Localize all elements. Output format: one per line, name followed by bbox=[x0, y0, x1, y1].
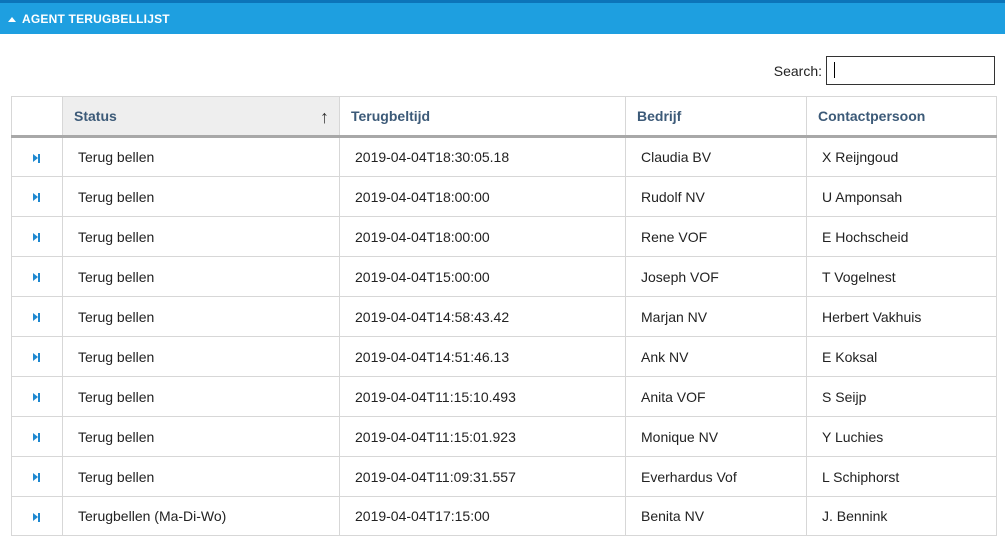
cell-contactpersoon: S Seijp bbox=[806, 376, 997, 417]
play-next-icon[interactable] bbox=[33, 153, 41, 163]
play-next-icon[interactable] bbox=[33, 313, 41, 323]
cell-contactpersoon: E Hochscheid bbox=[806, 216, 997, 257]
row-action-cell[interactable] bbox=[11, 256, 63, 297]
row-action-cell[interactable] bbox=[11, 296, 63, 337]
collapse-triangle-icon[interactable] bbox=[8, 16, 16, 22]
cell-terugbeltijd: 2019-04-04T11:15:10.493 bbox=[339, 376, 626, 417]
cell-bedrijf: Claudia BV bbox=[625, 136, 807, 177]
cell-contactpersoon: T Vogelnest bbox=[806, 256, 997, 297]
cell-bedrijf: Anita VOF bbox=[625, 376, 807, 417]
cell-bedrijf: Rene VOF bbox=[625, 216, 807, 257]
column-header-status-label: Status bbox=[74, 108, 117, 124]
cell-contactpersoon: J. Bennink bbox=[806, 496, 997, 536]
column-header-contactpersoon[interactable]: Contactpersoon bbox=[806, 96, 997, 138]
cell-bedrijf: Everhardus Vof bbox=[625, 456, 807, 497]
sort-ascending-icon[interactable]: ↑ bbox=[320, 107, 329, 128]
search-input[interactable] bbox=[826, 56, 995, 85]
row-action-cell[interactable] bbox=[11, 176, 63, 217]
cell-terugbeltijd: 2019-04-04T11:09:31.557 bbox=[339, 456, 626, 497]
cell-status: Terug bellen bbox=[62, 136, 340, 177]
table-row[interactable]: Terug bellen 2019-04-04T15:00:00 Joseph VO… bbox=[11, 256, 997, 297]
table-row[interactable]: Terug bellen 2019-04-04T18:00:00 Rudolf NV… bbox=[11, 176, 997, 217]
table-row[interactable]: Terug bellen 2019-04-04T11:15:10.493 Anita… bbox=[11, 376, 997, 417]
play-next-icon[interactable] bbox=[33, 353, 41, 363]
panel-header[interactable]: AGENT TERUGBELLIJST bbox=[0, 0, 1005, 34]
search-row: Search: bbox=[774, 56, 995, 85]
cell-bedrijf: Benita NV bbox=[625, 496, 807, 536]
column-header-bedrijf[interactable]: Bedrijf bbox=[625, 96, 807, 138]
cell-status: Terug bellen bbox=[62, 416, 340, 457]
search-input-wrapper bbox=[826, 56, 995, 85]
cell-terugbeltijd: 2019-04-04T18:00:00 bbox=[339, 176, 626, 217]
play-next-icon[interactable] bbox=[33, 193, 41, 203]
cell-status: Terug bellen bbox=[62, 376, 340, 417]
cell-bedrijf: Joseph VOF bbox=[625, 256, 807, 297]
play-next-icon[interactable] bbox=[33, 233, 41, 243]
column-header-status[interactable]: Status ↑ bbox=[62, 96, 340, 138]
cell-contactpersoon: U Amponsah bbox=[806, 176, 997, 217]
play-next-icon[interactable] bbox=[33, 273, 41, 283]
cell-status: Terug bellen bbox=[62, 256, 340, 297]
cell-contactpersoon: Herbert Vakhuis bbox=[806, 296, 997, 337]
row-action-cell[interactable] bbox=[11, 216, 63, 257]
cell-bedrijf: Ank NV bbox=[625, 336, 807, 377]
cell-status: Terugbellen (Ma-Di-Wo) bbox=[62, 496, 340, 536]
row-action-cell[interactable] bbox=[11, 416, 63, 457]
cell-status: Terug bellen bbox=[62, 176, 340, 217]
row-action-cell[interactable] bbox=[11, 496, 63, 536]
search-label: Search: bbox=[773, 62, 822, 79]
callback-table: Status ↑ Terugbeltijd Bedrijf Contactper… bbox=[11, 96, 997, 536]
row-action-cell[interactable] bbox=[11, 336, 63, 377]
cell-bedrijf: Marjan NV bbox=[625, 296, 807, 337]
table-row[interactable]: Terug bellen 2019-04-04T14:58:43.42 Marjan… bbox=[11, 296, 997, 337]
cell-bedrijf: Monique NV bbox=[625, 416, 807, 457]
cell-bedrijf: Rudolf NV bbox=[625, 176, 807, 217]
cell-terugbeltijd: 2019-04-04T17:15:00 bbox=[339, 496, 626, 536]
table-row[interactable]: Terug bellen 2019-04-04T18:00:00 Rene VOF E… bbox=[11, 216, 997, 257]
row-action-cell[interactable] bbox=[11, 376, 63, 417]
table-row[interactable]: Terug bellen 2019-04-04T11:09:31.557 Everh… bbox=[11, 456, 997, 497]
cell-terugbeltijd: 2019-04-04T18:30:05.18 bbox=[339, 136, 626, 177]
table-row[interactable]: Terug bellen 2019-04-04T18:30:05.18 Claudi… bbox=[11, 136, 997, 177]
cell-status: Terug bellen bbox=[62, 296, 340, 337]
column-header-terugbeltijd[interactable]: Terugbeltijd bbox=[339, 96, 626, 138]
cell-contactpersoon: X Reijngoud bbox=[806, 136, 997, 177]
column-header-action bbox=[11, 96, 63, 138]
cell-contactpersoon: L Schiphorst bbox=[806, 456, 997, 497]
cell-terugbeltijd: 2019-04-04T11:15:01.923 bbox=[339, 416, 626, 457]
play-next-icon[interactable] bbox=[33, 473, 41, 483]
row-action-cell[interactable] bbox=[11, 136, 63, 177]
cell-status: Terug bellen bbox=[62, 456, 340, 497]
play-next-icon[interactable] bbox=[33, 393, 41, 403]
cell-status: Terug bellen bbox=[62, 336, 340, 377]
cell-contactpersoon: Y Luchies bbox=[806, 416, 997, 457]
table-row[interactable]: Terug bellen 2019-04-04T14:51:46.13 Ank NV… bbox=[11, 336, 997, 377]
play-next-icon[interactable] bbox=[33, 512, 41, 522]
table-row[interactable]: Terugbellen (Ma-Di-Wo) 2019-04-04T17:15:0… bbox=[11, 496, 997, 536]
table-header-row: Status ↑ Terugbeltijd Bedrijf Contactper… bbox=[11, 96, 997, 138]
cell-terugbeltijd: 2019-04-04T18:00:00 bbox=[339, 216, 626, 257]
panel-title: AGENT TERUGBELLIJST bbox=[22, 11, 170, 26]
row-action-cell[interactable] bbox=[11, 456, 63, 497]
cell-terugbeltijd: 2019-04-04T15:00:00 bbox=[339, 256, 626, 297]
text-caret bbox=[834, 62, 835, 78]
cell-terugbeltijd: 2019-04-04T14:58:43.42 bbox=[339, 296, 626, 337]
cell-contactpersoon: E Koksal bbox=[806, 336, 997, 377]
table-row[interactable]: Terug bellen 2019-04-04T11:15:01.923 Moniq… bbox=[11, 416, 997, 457]
play-next-icon[interactable] bbox=[33, 433, 41, 443]
cell-terugbeltijd: 2019-04-04T14:51:46.13 bbox=[339, 336, 626, 377]
cell-status: Terug bellen bbox=[62, 216, 340, 257]
